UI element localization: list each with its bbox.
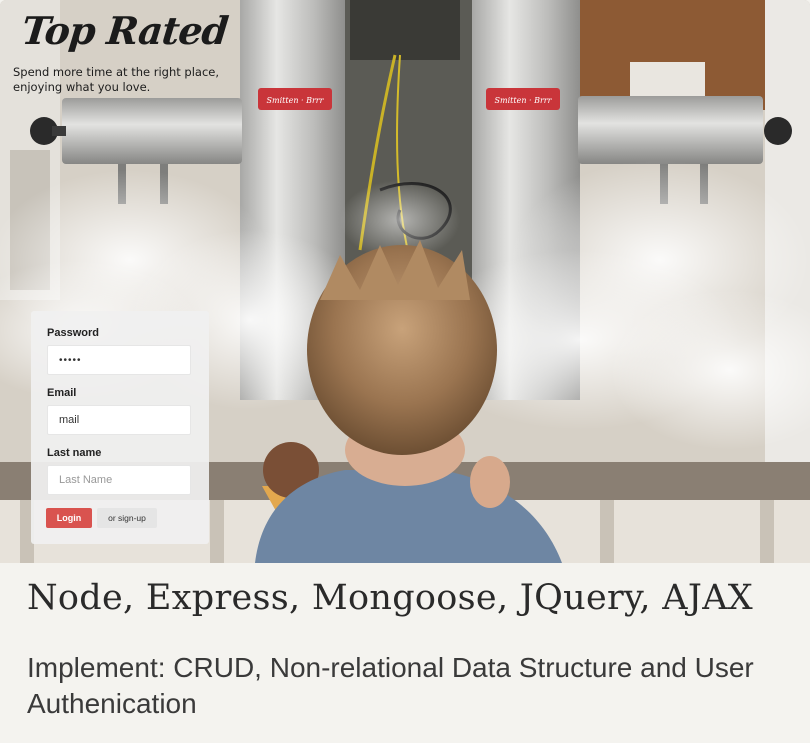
login-form: Password ••••• Email mail Last name Last… [31, 311, 209, 544]
svg-text:Smitten · Brrr: Smitten · Brrr [267, 96, 325, 105]
hero-image: Smitten · Brrr Smitten · Brrr Top Rated … [0, 0, 810, 563]
svg-text:Smitten · Brrr: Smitten · Brrr [495, 96, 553, 105]
project-description: Implement: CRUD, Non-relational Data Str… [27, 652, 754, 719]
project-title: Node, Express, Mongoose, JQuery, AJAX [27, 578, 753, 618]
project-card: Smitten · Brrr Smitten · Brrr Top Rated … [0, 0, 810, 743]
email-label: Email [47, 387, 77, 399]
password-label: Password [47, 327, 99, 339]
last-name-field[interactable]: Last Name [47, 465, 191, 495]
signup-button[interactable]: or sign-up [97, 508, 157, 528]
tagline: Spend more time at the right place, enjo… [13, 65, 220, 94]
last-name-label: Last name [47, 447, 102, 459]
email-field[interactable]: mail [47, 405, 191, 435]
login-button[interactable]: Login [46, 508, 92, 528]
logo: Top Rated [19, 8, 230, 53]
password-field[interactable]: ••••• [47, 345, 191, 375]
